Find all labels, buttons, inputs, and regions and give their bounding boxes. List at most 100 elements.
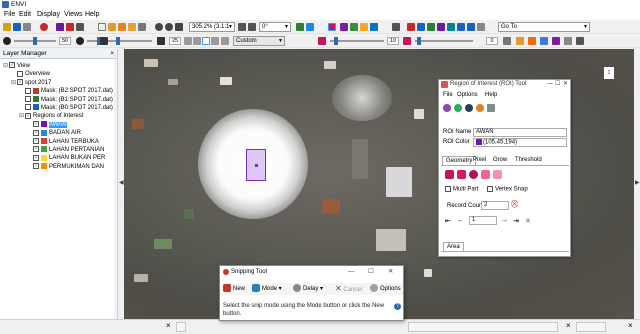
fly-icon[interactable] [118, 23, 126, 31]
transparency-slider[interactable] [415, 37, 473, 45]
last-record-icon[interactable]: ⇥ [513, 217, 519, 225]
pin-icon[interactable] [40, 23, 48, 31]
vertex-snap-checkbox[interactable]: Vertex Snap [487, 186, 528, 193]
roi-rectangle[interactable] [246, 149, 266, 181]
collapse-left-icon[interactable]: ◀ [119, 179, 124, 186]
record-index-input[interactable]: 1 [469, 216, 497, 225]
layer-checkbox[interactable]: ✓ [33, 138, 39, 145]
mask-icon[interactable] [528, 37, 536, 45]
view-layout-icon[interactable] [457, 23, 465, 31]
view-2x2-icon[interactable] [467, 23, 475, 31]
transparency-knob[interactable] [417, 37, 421, 45]
roi-tool-icon[interactable] [328, 23, 336, 31]
open-folder-icon[interactable] [3, 23, 11, 31]
layer-manager-scrollbar[interactable] [114, 59, 117, 319]
brightness-value[interactable]: 50 [59, 37, 71, 45]
layer-checkbox[interactable]: ✓ [9, 62, 15, 69]
copy-roi-icon[interactable] [454, 104, 462, 112]
portal-icon[interactable] [447, 23, 455, 31]
close-icon[interactable]: × [566, 321, 571, 330]
chip-icon[interactable] [407, 23, 415, 31]
roi-color-picker[interactable]: (105,45,194) [473, 138, 567, 147]
layer-checkbox[interactable] [17, 70, 23, 77]
layer-checkbox[interactable]: ✓ [17, 79, 23, 86]
select-arrow-icon[interactable] [98, 23, 106, 31]
layer-item[interactable]: ⊟ ✓ spot 2017 [11, 79, 51, 87]
mode-button[interactable]: Mode ▾ [252, 283, 282, 295]
stretch-icon[interactable] [202, 37, 210, 45]
roi-menu-options[interactable]: Options [457, 92, 478, 98]
layer-checkbox[interactable]: ✓ [33, 121, 39, 128]
minimize-icon[interactable]: — [348, 266, 355, 278]
layer-item[interactable]: ✓ PERMUKIMAN DAN [27, 163, 104, 171]
rotate-left-icon[interactable] [238, 23, 246, 31]
layer-item[interactable]: ✓ LAHAN TERBUKA [27, 138, 99, 146]
new-button[interactable]: New [223, 283, 245, 295]
next-record-icon[interactable]: → [501, 217, 508, 224]
layer-checkbox[interactable]: ✓ [33, 163, 39, 170]
layer-toggle-icon[interactable] [306, 23, 314, 31]
maximize-icon[interactable]: ☐ [368, 266, 374, 278]
link-views-icon[interactable] [392, 23, 400, 31]
goto-select[interactable]: Go To ▼ [498, 22, 590, 32]
rotate-select[interactable]: 0° ▼ [259, 22, 291, 32]
roi-name-input[interactable]: AWAN [473, 128, 567, 137]
collapse-right-icon[interactable]: ▶ [635, 179, 640, 186]
contrast-reset-icon[interactable] [157, 37, 165, 45]
roi-menu-help[interactable]: Help [485, 92, 497, 98]
tab-pixel[interactable]: Pixel [470, 156, 489, 165]
layer-checkbox[interactable]: ✓ [33, 154, 39, 161]
menu-edit[interactable]: Edit [19, 9, 31, 20]
cancel-button[interactable]: ✕ Cancel [335, 283, 362, 295]
sharpen-knob[interactable] [334, 37, 338, 45]
close-icon[interactable]: ✕ [388, 266, 393, 278]
ellipse-shape-icon[interactable] [469, 170, 478, 179]
cursor-icon[interactable] [576, 37, 584, 45]
pan-hand-icon[interactable] [108, 23, 116, 31]
right-splitter[interactable]: ▶ [634, 49, 640, 319]
transparency-value[interactable]: 0 [486, 37, 498, 45]
zoom-fixed-icon[interactable] [175, 23, 183, 31]
brightness-slider[interactable] [14, 37, 56, 45]
layer-order-icon[interactable] [503, 37, 511, 45]
close-icon[interactable]: ✕ [563, 80, 568, 89]
brightness-knob[interactable] [33, 37, 37, 45]
prev-record-icon[interactable]: ← [457, 217, 464, 224]
equalize-icon[interactable] [211, 37, 219, 45]
layer-item[interactable]: ✓ AWAN [27, 121, 67, 129]
flicker-icon[interactable] [552, 37, 560, 45]
zoom-in-icon[interactable] [155, 23, 163, 31]
grid-icon[interactable] [296, 23, 304, 31]
print-icon[interactable] [23, 23, 31, 31]
layer-item[interactable]: Mask: (B2:SPOT 2017.dat) ( [19, 87, 117, 95]
rotate-right-icon[interactable] [248, 23, 256, 31]
menu-views[interactable]: Views [64, 9, 83, 20]
layer-checkbox[interactable] [25, 96, 31, 103]
first-record-icon[interactable]: ⇤ [445, 217, 451, 225]
options-button[interactable]: Options [370, 283, 401, 295]
annotation-icon[interactable] [350, 23, 358, 31]
histogram-icon[interactable] [184, 37, 192, 45]
crosshair-icon[interactable] [370, 23, 378, 31]
gaussian-icon[interactable] [221, 37, 229, 45]
layer-item[interactable]: Mask: (B1:SPOT 2017.dat) ( [19, 96, 117, 104]
layer-checkbox[interactable] [25, 87, 31, 94]
contrast2-knob[interactable] [116, 37, 120, 45]
contrast-value[interactable]: 25 [169, 37, 181, 45]
clear-records-icon[interactable]: ⛒ [511, 201, 518, 209]
close-icon[interactable]: × [110, 49, 114, 59]
layer-item[interactable]: ⊟ ✓ View [3, 62, 30, 70]
tab-threshold[interactable]: Threshold [512, 156, 545, 165]
polyline-shape-icon[interactable] [481, 170, 490, 179]
profile-icon[interactable] [417, 23, 425, 31]
menu-help[interactable]: Help [85, 9, 99, 20]
zoom-box-icon[interactable] [138, 23, 146, 31]
layer-checkbox[interactable]: ✓ [33, 129, 39, 136]
layer-checkbox[interactable]: ✓ [25, 112, 31, 119]
maximize-icon[interactable]: ☐ [555, 80, 560, 89]
tab-grow[interactable]: Grow [490, 156, 510, 165]
roi-export-icon[interactable] [487, 104, 495, 112]
menu-display[interactable]: Display [37, 9, 60, 20]
layer-icon[interactable] [66, 23, 74, 31]
linear-icon[interactable] [193, 37, 201, 45]
